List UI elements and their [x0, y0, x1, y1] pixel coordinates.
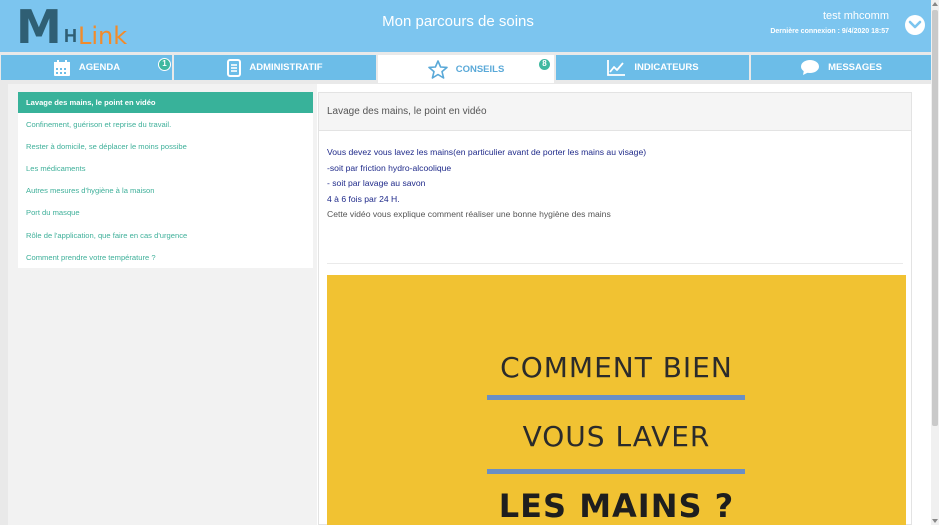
content-divider — [327, 263, 903, 264]
tab-conseils-label: CONSEILS — [455, 63, 505, 75]
last-connection: Dernière connexion : 9/4/2020 18:57 — [770, 28, 889, 35]
advice-sidebar: Lavage des mains, le point en vidéo Conf… — [8, 84, 317, 525]
chevron-down-icon — [908, 20, 922, 29]
tab-administratif[interactable]: ADMINISTRATIF — [174, 55, 376, 80]
video-title-underline — [487, 469, 745, 474]
video-title-underline — [487, 395, 745, 400]
video-player[interactable]: COMMENT BIEN VOUS LAVER LES MAINS ? — [327, 275, 906, 525]
advice-item-temperature[interactable]: Comment prendre votre température ? — [18, 246, 313, 268]
content-line: Cette vidéo vous explique comment réalis… — [327, 209, 611, 219]
scroll-up-arrow-icon[interactable] — [932, 2, 938, 6]
advice-list: Lavage des mains, le point en vidéo Conf… — [18, 92, 313, 269]
content-line: - soit par lavage au savon — [327, 178, 426, 188]
tab-indicateurs[interactable]: INDICATEURS — [556, 55, 749, 80]
content-text: Vous devez vous lavez les mains(en parti… — [319, 131, 911, 223]
chart-icon — [607, 59, 626, 76]
advice-item-confinement[interactable]: Confinement, guérison et reprise du trav… — [18, 113, 313, 135]
advice-item-port-masque[interactable]: Port du masque — [18, 202, 313, 224]
scroll-down-arrow-icon[interactable] — [932, 519, 938, 523]
advice-item-lavage-mains[interactable]: Lavage des mains, le point en vidéo — [18, 92, 313, 113]
tab-agenda-label: AGENDA — [78, 62, 121, 73]
star-icon — [427, 59, 448, 79]
scrollbar-thumb[interactable] — [932, 10, 938, 426]
tab-messages[interactable]: MESSAGES — [751, 55, 931, 80]
user-name: test mhcomm — [822, 10, 889, 22]
video-title-line-3: LES MAINS ? — [498, 487, 735, 525]
tab-messages-label: MESSAGES — [828, 62, 882, 73]
tab-indicateurs-label: INDICATEURS — [634, 62, 699, 73]
tab-administratif-label: ADMINISTRATIF — [249, 62, 323, 73]
video-title-line-2: VOUS LAVER — [522, 420, 711, 453]
content-line: 4 à 6 fois par 24 H. — [327, 193, 400, 204]
advice-item-hygiene-maison[interactable]: Autres mesures d'hygiène à la maison — [18, 180, 313, 202]
main-panel: Lavage des mains, le point en vidéo Conf… — [8, 84, 931, 525]
advice-item-medicaments[interactable]: Les médicaments — [18, 157, 313, 179]
chat-icon — [801, 60, 820, 75]
document-icon — [227, 58, 242, 77]
user-menu-toggle[interactable] — [905, 15, 925, 35]
calendar-icon — [53, 59, 70, 76]
main-tabs: AGENDA 1 ADMINISTRATIF CONSEILS 8 INDICA… — [0, 55, 931, 83]
advice-content: Lavage des mains, le point en vidéo Vous… — [318, 92, 912, 525]
app-header: M H Link Mon parcours de soins test mhco… — [0, 0, 931, 54]
content-title: Lavage des mains, le point en vidéo — [319, 93, 911, 131]
content-line: -soit par friction hydro-alcoolique — [327, 162, 452, 173]
advice-item-rester-domicile[interactable]: Rester à domicile, se déplacer le moins … — [18, 135, 313, 157]
content-line: Vous devez vous lavez les mains(en parti… — [327, 147, 647, 157]
agenda-count-badge: 1 — [158, 58, 171, 71]
advice-item-role-application[interactable]: Rôle de l'application, que faire en cas … — [18, 224, 313, 246]
conseils-count-badge: 8 — [538, 58, 551, 71]
tab-conseils[interactable]: CONSEILS 8 — [378, 55, 554, 83]
video-title-line-1: COMMENT BIEN — [500, 351, 733, 384]
page-scrollbar[interactable] — [931, 0, 939, 525]
tab-agenda[interactable]: AGENDA 1 — [1, 55, 172, 80]
